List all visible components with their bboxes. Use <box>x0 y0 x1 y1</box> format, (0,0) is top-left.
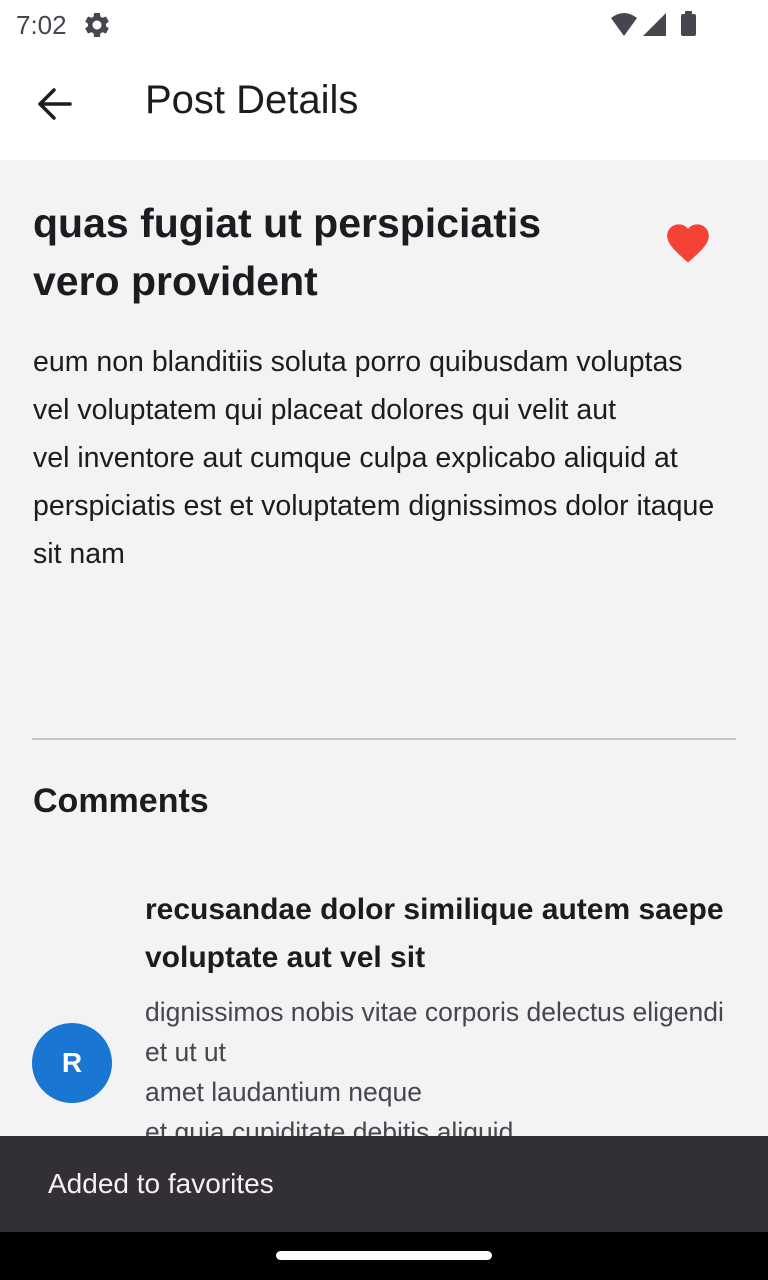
snackbar: Added to favorites <box>0 1136 768 1232</box>
post-details-content[interactable]: quas fugiat ut perspiciatis vero provide… <box>0 160 768 1136</box>
wifi-icon <box>611 13 637 36</box>
heart-icon <box>667 224 709 263</box>
gear-icon <box>85 12 109 38</box>
favorite-button[interactable] <box>663 218 713 264</box>
avatar: R <box>32 1023 112 1103</box>
signal-icon <box>643 13 666 36</box>
system-navigation-bar <box>0 1232 768 1280</box>
post-title: quas fugiat ut perspiciatis vero provide… <box>33 200 542 304</box>
arrow-back-icon <box>38 88 72 120</box>
status-time: 7:02 <box>16 10 67 40</box>
status-bar: 7:02 <box>0 0 768 48</box>
comment-body: dignissimos nobis vitae corporis delectu… <box>145 997 724 1136</box>
post-body: eum non blanditiis soluta porro quibusda… <box>33 346 715 570</box>
home-gesture-handle[interactable] <box>276 1251 492 1260</box>
snackbar-message: Added to favorites <box>48 1168 274 1199</box>
divider <box>32 738 736 740</box>
comment-name: recusandae dolor similique autem saepe v… <box>145 893 724 974</box>
system-status-icons <box>611 11 696 36</box>
page-title: Post Details <box>145 78 359 122</box>
comments-heading: Comments <box>33 782 209 820</box>
back-button[interactable] <box>24 80 88 128</box>
battery-icon <box>681 14 696 36</box>
app-bar: Post Details <box>0 48 768 160</box>
